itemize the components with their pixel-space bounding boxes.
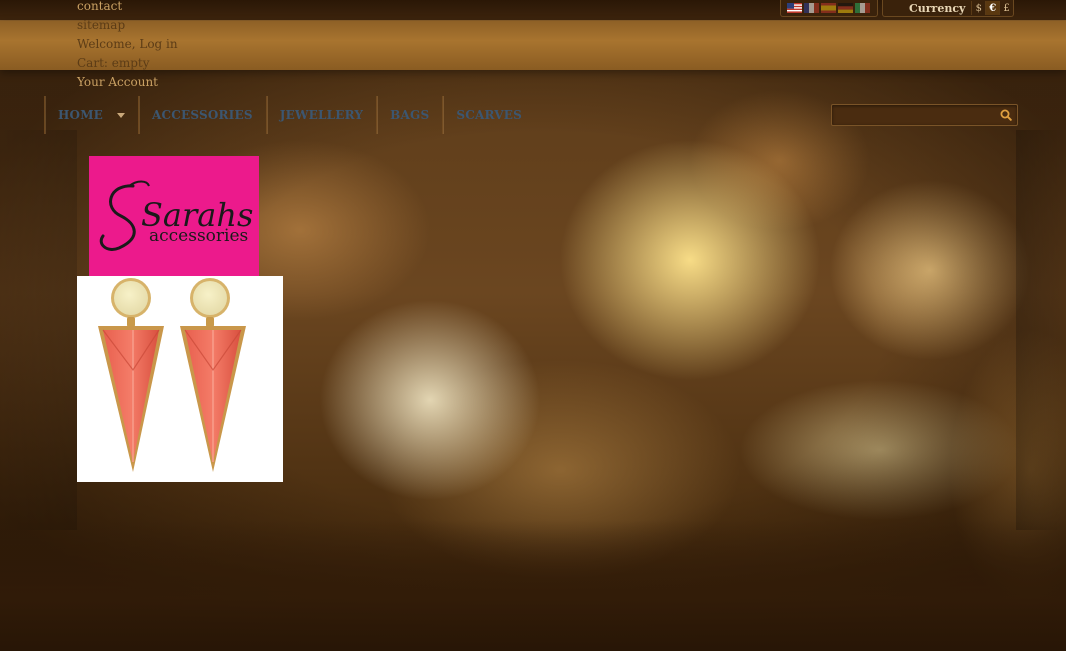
store-logo[interactable]: Sarahs accessories bbox=[89, 156, 259, 276]
your-account-link[interactable]: Your Account bbox=[77, 73, 277, 92]
it-flag-icon[interactable] bbox=[855, 3, 870, 13]
es-flag-icon[interactable] bbox=[821, 3, 836, 13]
user-links: contact sitemap Welcome, Log in Cart: em… bbox=[77, 0, 277, 92]
product-image[interactable] bbox=[77, 276, 283, 482]
fr-flag-icon[interactable] bbox=[804, 3, 819, 13]
nav-item-home[interactable]: HOME bbox=[44, 96, 138, 134]
nav-item-jewellery[interactable]: JEWELLERY bbox=[265, 96, 376, 134]
search-icon[interactable] bbox=[999, 108, 1013, 122]
logo-graphic: Sarahs accessories bbox=[99, 180, 253, 251]
nav-item-accessories[interactable]: ACCESSORIES bbox=[138, 96, 266, 134]
currency-pound[interactable]: £ bbox=[999, 1, 1013, 15]
search-input[interactable] bbox=[836, 107, 1000, 125]
nav-item-label: SCARVES bbox=[456, 108, 522, 122]
currency-label: Currency bbox=[909, 1, 966, 15]
chevron-down-icon[interactable] bbox=[117, 112, 126, 118]
nav-item-scarves[interactable]: SCARVES bbox=[442, 96, 535, 134]
de-flag-icon[interactable] bbox=[838, 3, 853, 13]
earrings-image bbox=[98, 278, 246, 472]
logo-sub-text: accessories bbox=[149, 226, 248, 246]
nav-item-label: ACCESSORIES bbox=[152, 108, 253, 122]
cart-link[interactable]: Cart: empty bbox=[77, 54, 277, 73]
nav-item-label: JEWELLERY bbox=[279, 108, 364, 122]
bottom-shade bbox=[0, 520, 1066, 651]
us-flag-icon[interactable] bbox=[787, 3, 802, 13]
main-nav: HOME ACCESSORIES JEWELLERY BAGS SCARVES bbox=[44, 96, 535, 134]
currency-dollar[interactable]: $ bbox=[971, 1, 985, 15]
nav-item-label: BAGS bbox=[390, 108, 430, 122]
currency-selector: Currency $ € £ bbox=[882, 0, 1014, 17]
login-link[interactable]: Welcome, Log in bbox=[77, 35, 277, 54]
nav-item-bags[interactable]: BAGS bbox=[376, 96, 442, 134]
contact-link[interactable]: contact bbox=[77, 0, 277, 16]
search-box bbox=[831, 104, 1018, 126]
language-selector bbox=[780, 0, 878, 17]
left-panel-shadow bbox=[0, 130, 77, 530]
sitemap-link[interactable]: sitemap bbox=[77, 16, 277, 35]
right-panel-shadow bbox=[1016, 130, 1066, 530]
nav-item-label: HOME bbox=[58, 108, 104, 122]
currency-euro[interactable]: € bbox=[985, 1, 1000, 15]
